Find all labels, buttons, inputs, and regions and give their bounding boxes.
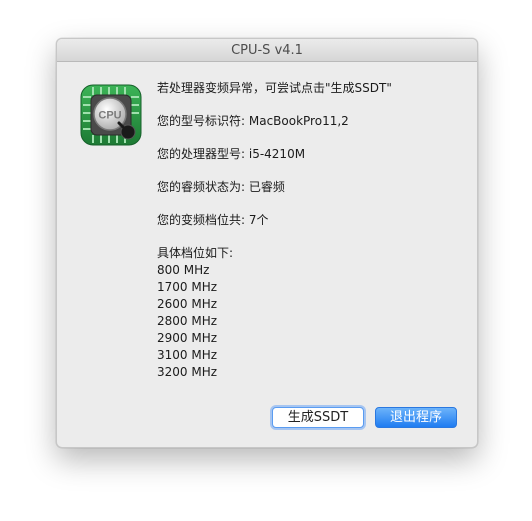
cpu-value: i5-4210M — [248, 147, 306, 161]
model-row: 您的型号标识符: MacBookPro11,2 — [157, 113, 467, 130]
generate-ssdt-button[interactable]: 生成SSDT — [272, 407, 364, 428]
exit-button[interactable]: 退出程序 — [375, 407, 457, 428]
frequency-item: 2600 MHz — [157, 297, 218, 311]
pstates-label: 您的变频档位共: — [157, 213, 249, 227]
cpu-icon-label: CPU — [98, 110, 121, 122]
pstates-row: 您的变频档位共: 7个 — [157, 212, 467, 229]
pstates-value: 7个 — [248, 213, 269, 227]
model-value: MacBookPro11,2 — [248, 114, 349, 128]
hint-text: 若处理器变频异常，可尝试点击"生成SSDT" — [157, 81, 392, 95]
cpu-label: 您的处理器型号: — [157, 147, 249, 161]
window-title: CPU-S v4.1 — [231, 43, 303, 58]
turbo-row: 您的睿频状态为: 已睿频 — [157, 179, 467, 196]
frequency-item: 2900 MHz — [157, 331, 218, 345]
turbo-label: 您的睿频状态为: — [157, 180, 249, 194]
model-label: 您的型号标识符: — [157, 114, 249, 128]
frequency-item: 3200 MHz — [157, 365, 218, 379]
frequency-header: 具体档位如下: — [157, 246, 234, 260]
dialog-window: CPU-S v4.1 CPU 若处理器变频异常，可尝试点击"生成SSDT" 您的… — [56, 38, 478, 448]
frequency-item: 1700 MHz — [157, 280, 218, 294]
cpu-row: 您的处理器型号: i5-4210M — [157, 146, 467, 163]
frequency-item: 3100 MHz — [157, 348, 218, 362]
title-bar[interactable]: CPU-S v4.1 — [57, 39, 477, 62]
frequency-item: 2800 MHz — [157, 314, 218, 328]
info-panel: 若处理器变频异常，可尝试点击"生成SSDT" 您的型号标识符: MacBookP… — [157, 80, 467, 381]
frequency-item: 800 MHz — [157, 263, 210, 277]
cpu-chip-icon: CPU — [80, 84, 142, 146]
turbo-value: 已睿频 — [248, 180, 285, 194]
desktop-stage: CPU-S v4.1 CPU 若处理器变频异常，可尝试点击"生成SSDT" 您的… — [0, 0, 532, 521]
